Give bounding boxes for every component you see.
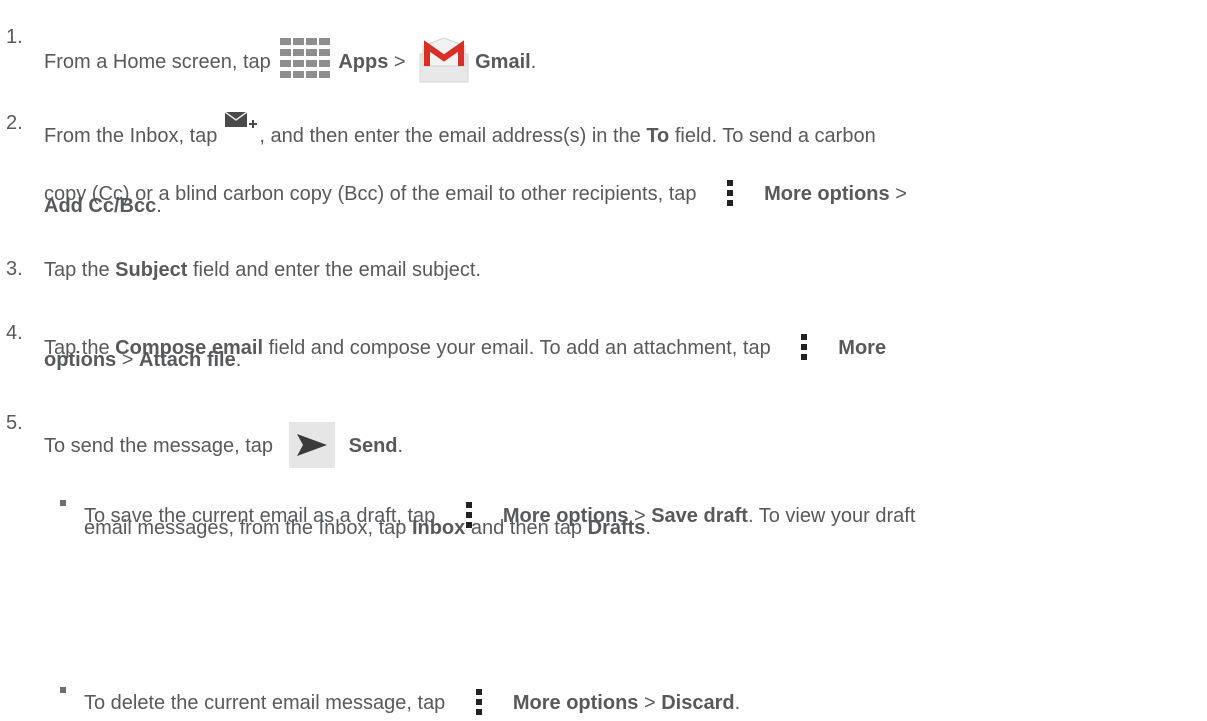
step-2-mid: , and then enter the email address(s) in… [259, 125, 641, 147]
more-options-icon [784, 328, 824, 366]
apps-label: Apps [338, 51, 389, 73]
step-2-line-2: copy (Cc) or a blind carbon copy (Bcc) o… [44, 168, 907, 206]
step-3-text: Tap the Subject field and enter the emai… [44, 258, 481, 282]
save-draft-label: Save draft [651, 505, 748, 527]
step-3-number: 3. [6, 258, 23, 280]
drafts-label: Drafts [587, 517, 646, 539]
step-1-sep: > [393, 51, 406, 73]
bullet-1-line-2: email messages, from the Inbox, tap Inbo… [84, 516, 651, 540]
step-5-pre: To send the message, tap [44, 435, 274, 457]
send-icon [288, 422, 335, 468]
step-1-number: 1. [6, 26, 23, 48]
step-3-pre: Tap the [44, 259, 110, 281]
gmail-label: Gmail [475, 51, 531, 73]
compose-icon [223, 106, 259, 142]
step-5-number: 5. [6, 412, 23, 434]
step-5-text: To send the message, tap Send. [44, 412, 404, 468]
step-4-sep: > [121, 349, 134, 371]
step-4-number: 4. [6, 322, 23, 344]
bullet-2-sep: > [643, 692, 656, 714]
inbox-label: Inbox [411, 517, 466, 539]
step-5-end: . [397, 435, 404, 457]
step-2-line-1: From the Inbox, tap , and then enter the… [44, 111, 876, 148]
more-options-icon [459, 683, 499, 721]
step-3-post: field and enter the email subject. [192, 259, 481, 281]
step-2-line-3: Add Cc/Bcc. [44, 194, 162, 218]
options-label: options [44, 349, 117, 371]
to-field-label: To [646, 125, 670, 147]
more-options-label: More options [512, 692, 639, 714]
bullet-1-l2mid: and then tap [470, 517, 583, 539]
add-cc-bcc-label: Add Cc/Bcc [44, 195, 157, 217]
gmail-icon [417, 36, 471, 84]
bullet-1-l2pre: email messages, from the Inbox, tap [84, 517, 407, 539]
more-options-label: More options [764, 183, 890, 205]
step-4-line-2: options > Attach file. [44, 348, 241, 372]
step-2-number: 2. [6, 112, 23, 134]
more-label: More [838, 337, 887, 359]
step-2-end: . [156, 195, 162, 217]
step-2-sep: > [895, 183, 907, 205]
bullet-1-post: . To view your draft [747, 505, 916, 527]
discard-label: Discard [661, 692, 735, 714]
apps-grid-icon [278, 38, 334, 80]
bullet-2-pre: To delete the current email message, tap [84, 692, 446, 714]
bullet-2-end: . [734, 692, 741, 714]
step-2-post: field. To send a carbon [674, 125, 876, 147]
send-label: Send [348, 435, 398, 457]
bullet-2-text: To delete the current email message, tap… [84, 677, 740, 715]
step-4-post: field and compose your email. To add an … [268, 337, 771, 359]
bullet-2-marker [60, 687, 66, 693]
step-1-text: From a Home screen, tap Apps > Gmail. [44, 26, 537, 83]
step-1-pre: From a Home screen, tap [44, 51, 271, 73]
step-1-end: . [530, 51, 537, 73]
more-options-icon [710, 174, 750, 212]
subject-field-label: Subject [115, 259, 188, 281]
bullet-1-marker [60, 500, 66, 506]
attach-file-label: Attach file [139, 349, 236, 371]
bullet-1-end: . [645, 517, 651, 539]
step-2-pre: From the Inbox, tap [44, 125, 218, 147]
step-4-end: . [235, 349, 242, 371]
